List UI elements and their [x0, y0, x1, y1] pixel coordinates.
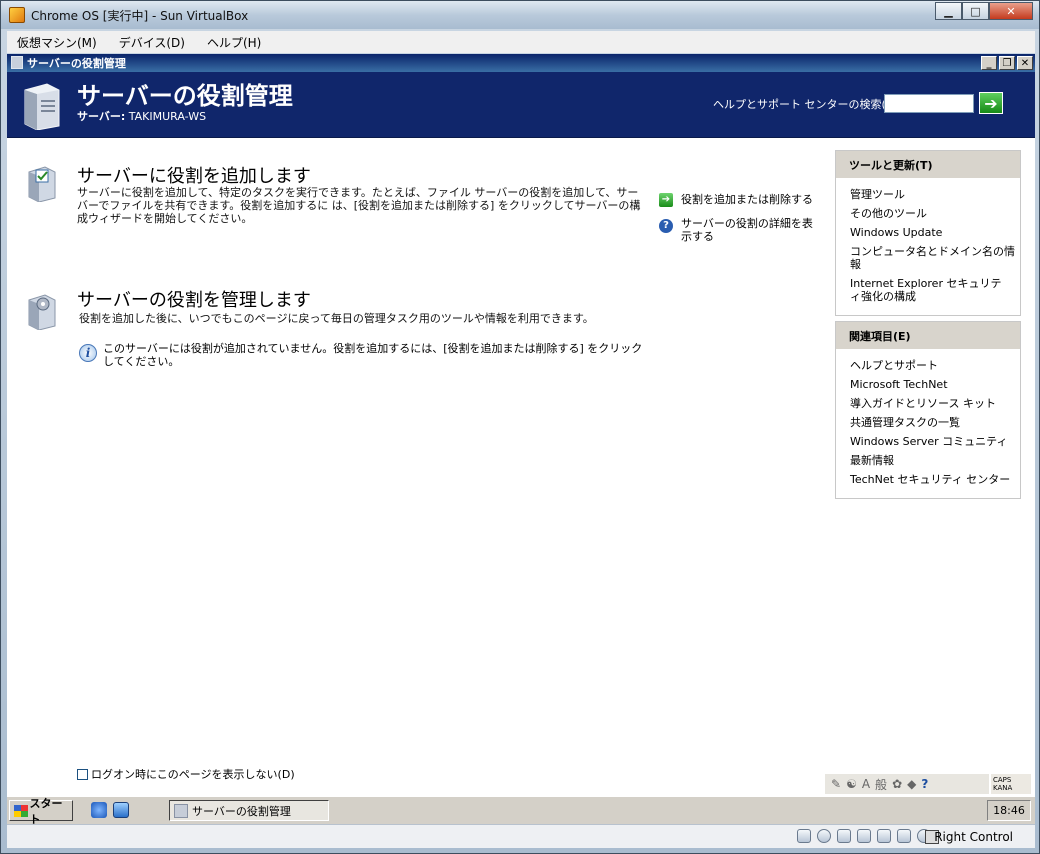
- tools-item-other-tools[interactable]: その他のツール: [850, 207, 1020, 220]
- related-panel: 関連項目(E) ヘルプとサポート Microsoft TechNet 導入ガイド…: [835, 321, 1021, 499]
- network-icon[interactable]: [837, 829, 851, 843]
- tools-item-computer-name[interactable]: コンピュータ名とドメイン名の情報: [850, 245, 1020, 271]
- no-roles-info-text: このサーバーには役割が追加されていません。役割を追加するには、[役割を追加または…: [103, 342, 643, 368]
- related-item-whats-new[interactable]: 最新情報: [850, 454, 1020, 467]
- ime-dictionary-icon[interactable]: ☯: [846, 777, 857, 791]
- inner-minimize-button[interactable]: _: [981, 56, 997, 70]
- cd-drive-icon[interactable]: [817, 829, 831, 843]
- taskbar: スタート サーバーの役割管理 18:46: [7, 796, 1035, 826]
- tools-item-admin-tools[interactable]: 管理ツール: [850, 188, 1020, 201]
- ime-toolbar: ✎ ☯ A 般 ✿ ◆ ?: [825, 774, 989, 794]
- inner-window-title: サーバーの役割管理: [27, 57, 126, 70]
- shared-folder-icon[interactable]: [877, 829, 891, 843]
- related-item-deployment-guide[interactable]: 導入ガイドとリソース キット: [850, 397, 1020, 410]
- related-panel-title: 関連項目(E): [836, 322, 1020, 349]
- help-search-input[interactable]: [884, 94, 974, 113]
- tools-list: 管理ツール その他のツール Windows Update コンピュータ名とドメイ…: [836, 178, 1020, 315]
- virtualbox-menubar: 仮想マシン(M) デバイス(D) ヘルプ(H): [7, 31, 1035, 53]
- related-item-common-tasks[interactable]: 共通管理タスクの一覧: [850, 416, 1020, 429]
- add-role-title: サーバーに役割を追加します: [77, 166, 311, 187]
- server-small-icon: [11, 56, 23, 69]
- start-button[interactable]: スタート: [9, 797, 73, 826]
- server-label: サーバー:: [77, 110, 126, 123]
- help-search-label: ヘルプとサポート センターの検索(S): [713, 98, 898, 111]
- tools-panel-title: ツールと更新(T): [836, 151, 1020, 178]
- ie-quicklaunch-icon[interactable]: [91, 802, 107, 818]
- start-label: スタート: [29, 796, 63, 826]
- related-item-help[interactable]: ヘルプとサポート: [850, 359, 1020, 372]
- taskbar-window-label: サーバーの役割管理: [192, 804, 291, 818]
- host-key-label: Right Control: [934, 830, 1013, 844]
- window-titlebar[interactable]: Chrome OS [実行中] - Sun VirtualBox ▁ □ ✕: [1, 1, 1039, 29]
- menu-help[interactable]: ヘルプ(H): [205, 32, 263, 53]
- windows-logo-icon: [14, 804, 28, 817]
- ime-tool-icon[interactable]: ✿: [892, 777, 902, 791]
- page-title: サーバーの役割管理: [77, 82, 293, 110]
- status-icons: [797, 829, 931, 843]
- hard-disk-icon[interactable]: [797, 829, 811, 843]
- search-go-button[interactable]: ➔: [979, 92, 1003, 114]
- dont-show-at-logon[interactable]: ログオン時にこのページを表示しない(D): [77, 766, 295, 782]
- related-item-security-center[interactable]: TechNet セキュリティ センター: [850, 473, 1020, 486]
- menu-machine[interactable]: 仮想マシン(M): [15, 32, 99, 53]
- server-manage-role-icon: [28, 294, 56, 330]
- caps-kana-indicator: CAPS KANA: [991, 774, 1031, 794]
- ime-help-icon[interactable]: ?: [921, 777, 928, 791]
- related-item-community[interactable]: Windows Server コミュニティ: [850, 435, 1020, 448]
- window-title: Chrome OS [実行中] - Sun VirtualBox: [31, 9, 249, 23]
- manage-role-description: 役割を追加した後に、いつでもこのページに戻って毎日の管理タスク用のツールや情報を…: [79, 312, 594, 325]
- ime-pad-icon[interactable]: A: [862, 777, 870, 791]
- virtualization-icon[interactable]: [897, 829, 911, 843]
- taskbar-window-button[interactable]: サーバーの役割管理: [169, 800, 329, 821]
- minimize-button[interactable]: ▁: [935, 2, 962, 20]
- virtualbox-app-icon: [9, 7, 25, 23]
- dont-show-checkbox[interactable]: [77, 768, 88, 780]
- server-name: TAKIMURA-WS: [128, 110, 207, 123]
- ime-mode-icon[interactable]: ✎: [831, 777, 841, 791]
- add-remove-roles-link[interactable]: 役割を追加または削除する: [681, 193, 813, 206]
- virtualbox-window: Chrome OS [実行中] - Sun VirtualBox ▁ □ ✕ 仮…: [0, 0, 1040, 854]
- ime-pen-icon[interactable]: ◆: [907, 777, 916, 791]
- maximize-button[interactable]: □: [962, 2, 989, 20]
- tools-item-windows-update[interactable]: Windows Update: [850, 226, 1020, 239]
- server-add-role-icon: [28, 166, 56, 202]
- related-list: ヘルプとサポート Microsoft TechNet 導入ガイドとリソース キッ…: [836, 349, 1020, 498]
- window-controls: ▁ □ ✕: [935, 2, 1033, 20]
- usb-icon[interactable]: [857, 829, 871, 843]
- server-icon: [24, 83, 60, 130]
- page-header: サーバーの役割管理 サーバー: TAKIMURA-WS ヘルプとサポート センタ…: [7, 72, 1035, 138]
- inner-close-button[interactable]: ✕: [1017, 56, 1033, 70]
- kana-indicator: KANA: [993, 784, 1013, 792]
- ime-conversion-mode[interactable]: 般: [875, 776, 887, 793]
- virtualbox-statusbar: Right Control: [7, 824, 1035, 848]
- caps-indicator: CAPS: [993, 776, 1012, 784]
- inner-window-titlebar[interactable]: サーバーの役割管理 _ ❐ ✕: [7, 54, 1035, 72]
- tools-item-ie-security[interactable]: Internet Explorer セキュリティ強化の構成: [850, 277, 1010, 303]
- inner-window-controls: _ ❐ ✕: [981, 56, 1033, 70]
- desktop-quicklaunch-icon[interactable]: [113, 802, 129, 818]
- role-details-link[interactable]: サーバーの役割の詳細を表示する: [681, 217, 815, 243]
- manage-role-title: サーバーの役割を管理します: [77, 290, 311, 311]
- tools-panel: ツールと更新(T) 管理ツール その他のツール Windows Update コ…: [835, 150, 1021, 316]
- inner-restore-button[interactable]: ❐: [999, 56, 1015, 70]
- add-role-description: サーバーに役割を追加して、特定のタスクを実行できます。たとえば、ファイル サーバ…: [77, 186, 641, 225]
- server-task-icon: [174, 803, 188, 818]
- help-question-icon: ?: [659, 219, 673, 233]
- guest-screen: サーバーの役割管理 _ ❐ ✕ サーバーの役割管理 サーバー: TAKIMURA…: [7, 54, 1035, 846]
- dont-show-label: ログオン時にこのページを表示しない(D): [91, 768, 295, 781]
- taskbar-clock[interactable]: 18:46: [987, 800, 1031, 821]
- related-item-technet[interactable]: Microsoft TechNet: [850, 378, 1020, 391]
- info-icon: i: [79, 344, 97, 362]
- add-role-arrow-icon: ➔: [659, 193, 673, 207]
- close-button[interactable]: ✕: [989, 2, 1033, 20]
- menu-devices[interactable]: デバイス(D): [117, 32, 187, 53]
- server-name-line: サーバー: TAKIMURA-WS: [77, 108, 206, 124]
